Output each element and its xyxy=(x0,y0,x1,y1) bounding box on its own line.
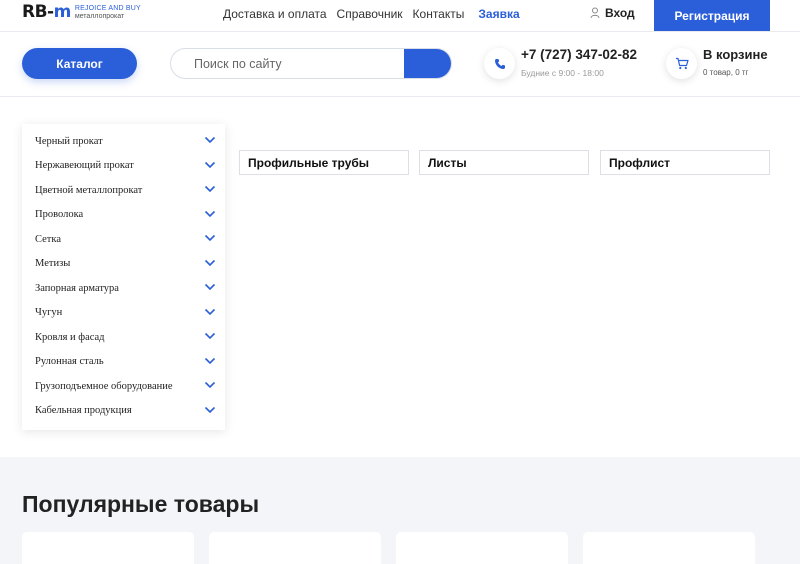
logo-tagline-2: металлопрокат xyxy=(74,12,125,20)
product-card[interactable] xyxy=(396,532,568,564)
logo-mark: RB-m xyxy=(22,4,71,21)
sidebar-item-mesh[interactable]: Сетка xyxy=(22,227,225,251)
phone-glyph-icon xyxy=(494,58,505,69)
login-label: Вход xyxy=(605,6,635,20)
logo-text-1: RB- xyxy=(22,2,54,22)
sidebar-item-label: Нержавеющий прокат xyxy=(35,160,134,171)
sidebar-item-label: Проволока xyxy=(35,209,84,220)
top-nav: Доставка и оплата Справочник Контакты За… xyxy=(223,7,530,21)
product-card[interactable] xyxy=(583,532,755,564)
chevron-down-icon[interactable] xyxy=(204,136,216,144)
chevron-down-icon[interactable] xyxy=(204,185,216,193)
header: Каталог +7 (727) 347-02-82 Будние с 9:00… xyxy=(0,31,800,97)
chevron-down-icon[interactable] xyxy=(204,283,216,291)
chevron-down-icon[interactable] xyxy=(204,357,216,365)
top-bar: RB-m REJOICE AND BUY металлопрокат Доста… xyxy=(0,0,800,31)
sidebar-item-stainless[interactable]: Нержавеющий прокат xyxy=(22,154,225,178)
phone-icon[interactable] xyxy=(484,48,515,79)
sidebar-item-cables[interactable]: Кабельная продукция xyxy=(22,399,225,423)
register-button[interactable]: Регистрация xyxy=(654,0,770,31)
sidebar-item-label: Чугун xyxy=(35,307,63,318)
nav-request-link[interactable]: Заявка xyxy=(478,7,519,21)
popular-title: Популярные товары xyxy=(22,491,260,517)
popular-section: Популярные товары xyxy=(0,457,800,564)
logo-tagline: REJOICE AND BUY металлопрокат xyxy=(75,5,141,21)
login-link[interactable]: Вход xyxy=(590,6,635,20)
product-card[interactable] xyxy=(22,532,194,564)
sidebar-item-label: Черный прокат xyxy=(35,135,103,147)
sidebar-item-wire[interactable]: Проволока xyxy=(22,203,225,227)
nav-contacts-link[interactable]: Контакты xyxy=(413,7,465,21)
sidebar-item-label: Цветной металлопрокат xyxy=(35,184,143,196)
catalog-button[interactable]: Каталог xyxy=(22,48,137,79)
chevron-down-icon[interactable] xyxy=(204,332,216,340)
phone-number[interactable]: +7 (727) 347-02-82 xyxy=(521,47,637,62)
chevron-down-icon[interactable] xyxy=(204,259,216,267)
search-input[interactable] xyxy=(171,49,404,78)
product-card[interactable] xyxy=(209,532,381,564)
cart-title[interactable]: В корзине xyxy=(703,47,768,62)
sidebar-item-label: Метизы xyxy=(35,258,71,269)
sidebar-item-label: Рулонная сталь xyxy=(35,356,104,367)
sidebar-item-label: Запорная арматура xyxy=(35,282,119,294)
sidebar-item-label: Кабельная продукция xyxy=(35,405,132,416)
sidebar-item-nonferrous[interactable]: Цветной металлопрокат xyxy=(22,178,225,202)
user-icon xyxy=(590,7,600,19)
sidebar-item-valves[interactable]: Запорная арматура xyxy=(22,276,225,300)
logo[interactable]: RB-m REJOICE AND BUY металлопрокат xyxy=(22,4,141,21)
search-bar xyxy=(170,48,452,79)
category-card-profiled-sheet[interactable]: Профлист xyxy=(600,150,770,175)
cart-icon[interactable] xyxy=(666,48,697,79)
chevron-down-icon[interactable] xyxy=(204,161,216,169)
sidebar-item-label: Сетка xyxy=(35,233,61,245)
sidebar-item-lifting[interactable]: Грузоподъемное оборудование xyxy=(22,374,225,398)
sidebar-item-cast-iron[interactable]: Чугун xyxy=(22,301,225,325)
sidebar-item-fasteners[interactable]: Метизы xyxy=(22,252,225,276)
catalog-sidebar: Черный прокат Нержавеющий прокат Цветной… xyxy=(22,124,225,430)
sidebar-item-black-steel[interactable]: Черный прокат xyxy=(22,129,225,153)
cart-glyph-icon xyxy=(675,57,689,70)
logo-text-2: m xyxy=(53,2,72,22)
chevron-down-icon[interactable] xyxy=(204,234,216,242)
nav-delivery-link[interactable]: Доставка и оплата xyxy=(223,7,327,21)
chevron-down-icon[interactable] xyxy=(204,406,216,414)
nav-reference-link[interactable]: Справочник xyxy=(337,7,403,21)
sidebar-item-coil-steel[interactable]: Рулонная сталь xyxy=(22,350,225,374)
working-hours: Будние с 9:00 - 18:00 xyxy=(521,68,604,78)
category-card-sheets[interactable]: Листы xyxy=(419,150,589,175)
chevron-down-icon[interactable] xyxy=(204,210,216,218)
sidebar-item-label: Грузоподъемное оборудование xyxy=(35,380,173,392)
sidebar-item-roofing[interactable]: Кровля и фасад xyxy=(22,325,225,349)
search-button[interactable] xyxy=(404,49,451,78)
category-card-profile-pipes[interactable]: Профильные трубы xyxy=(239,150,409,175)
chevron-down-icon[interactable] xyxy=(204,381,216,389)
sidebar-item-label: Кровля и фасад xyxy=(35,331,105,343)
logo-tagline-1: REJOICE AND BUY xyxy=(74,4,141,12)
chevron-down-icon[interactable] xyxy=(204,308,216,316)
cart-summary: 0 товар, 0 тг xyxy=(703,68,749,77)
